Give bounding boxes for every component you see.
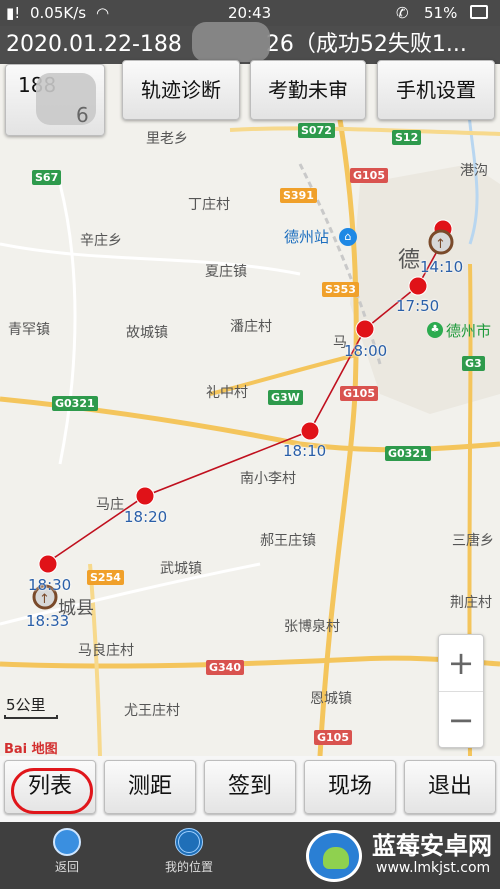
road-shield: G3W — [268, 390, 303, 405]
place-label: 尤王庄村 — [124, 703, 180, 719]
place-label: 港沟 — [460, 163, 488, 179]
nav-my-location[interactable]: 我的位置 — [144, 828, 234, 875]
road-shield: S353 — [322, 282, 359, 297]
scale-bar — [4, 715, 58, 719]
minor-road — [58, 183, 77, 465]
road-s072 — [229, 126, 500, 136]
measure-button[interactable]: 测距 — [104, 760, 196, 814]
road-shield: G0321 — [52, 396, 98, 411]
place-label: 潘庄村 — [230, 319, 272, 335]
scene-button[interactable]: 现场 — [304, 760, 396, 814]
place-label: 辛庄乡 — [80, 233, 122, 249]
title-left: 2020.01.22-188 — [6, 32, 182, 57]
watermark-url: www.lmkjst.com — [376, 860, 491, 876]
zoom-out-button[interactable]: − — [439, 692, 483, 748]
track-marker — [38, 554, 58, 574]
place-label: 里老乡 — [146, 131, 188, 147]
track-marker — [408, 276, 428, 296]
nav-back[interactable]: 返回 — [22, 828, 112, 875]
road-shield: G340 — [206, 660, 244, 675]
redacted-blur — [192, 22, 270, 62]
watermark-logo-icon — [306, 830, 362, 882]
road-shield: S67 — [32, 170, 62, 185]
road-shield: G0321 — [385, 446, 431, 461]
signal-icon: ▮! — [6, 4, 21, 22]
road-g340 — [0, 655, 500, 669]
user-button[interactable]: 188 6 — [5, 64, 105, 136]
end-pin-glyph: ↑ — [435, 237, 446, 252]
park-icon: ♣ — [427, 322, 443, 338]
nav-back-label: 返回 — [54, 860, 79, 874]
start-pin-glyph: ↑ — [39, 592, 50, 607]
place-label: 德 — [398, 248, 421, 273]
back-arrow-icon — [53, 828, 81, 856]
time-label: 14:10 — [420, 258, 464, 276]
checkin-button[interactable]: 签到 — [204, 760, 296, 814]
scale-label: 5公里 — [6, 696, 46, 714]
place-label: 青罕镇 — [8, 322, 50, 338]
minor-road — [0, 242, 301, 276]
place-label: 南小李村 — [240, 471, 296, 487]
time-label: 18:10 — [283, 442, 327, 460]
action-bar: 列表 测距 签到 现场 退出 — [0, 756, 500, 822]
time-label: 18:00 — [344, 342, 388, 360]
place-label: 张博泉村 — [284, 619, 340, 635]
road-shield: S072 — [298, 123, 335, 138]
place-label: 郝王庄镇 — [260, 533, 316, 549]
title-right: 26（成功52失败1... — [265, 32, 467, 57]
hd-call-icon: ✆ — [396, 4, 409, 22]
phone-settings-button[interactable]: 手机设置 — [377, 60, 495, 120]
highlight-ring — [11, 768, 93, 814]
list-button[interactable]: 列表 — [4, 760, 96, 814]
place-label: 荆庄村 — [450, 595, 492, 611]
track-diagnosis-button[interactable]: 轨迹诊断 — [122, 60, 240, 120]
nav-my-location-label: 我的位置 — [164, 860, 213, 874]
zoom-control: + − — [438, 634, 484, 748]
baidu-map-logo: Bai 地图 — [4, 742, 58, 756]
track-marker — [135, 486, 155, 506]
time-label: 17:50 — [396, 297, 440, 315]
exit-button[interactable]: 退出 — [404, 760, 496, 814]
road-s254 — [88, 563, 102, 756]
time-label: 18:20 — [124, 508, 168, 526]
train-station-icon: ⌂ — [339, 228, 357, 246]
road-shield: S391 — [280, 188, 317, 203]
station-label: 德州站 — [284, 228, 330, 246]
place-label: 礼中村 — [206, 385, 248, 401]
place-label: 恩城镇 — [310, 691, 352, 707]
attendance-unreviewed-button[interactable]: 考勤未审 — [250, 60, 366, 120]
watermark-title: 蓝莓安卓网 — [372, 832, 492, 860]
road-shield: G3 — [462, 356, 485, 371]
user-tail: 6 — [76, 103, 89, 127]
battery-icon — [470, 5, 488, 19]
road-shield: G105 — [340, 386, 378, 401]
watermark: 蓝莓安卓网 www.lmkjst.com — [306, 826, 496, 884]
wifi-icon: ◠ — [96, 4, 110, 22]
place-label: 夏庄镇 — [205, 264, 247, 280]
time-label: 18:30 — [28, 576, 72, 594]
track-marker — [300, 421, 320, 441]
battery-percent: 51% — [424, 4, 458, 22]
location-target-icon — [175, 828, 203, 856]
network-speed: 0.05K/s — [30, 4, 87, 22]
place-label: 马庄 — [96, 497, 124, 513]
road-shield: G105 — [314, 730, 352, 745]
android-face-icon — [323, 847, 349, 869]
clock: 20:43 — [228, 4, 272, 22]
place-label: 三唐乡 — [452, 533, 494, 549]
road-shield: S12 — [392, 130, 422, 145]
map-view[interactable]: ↑ ↑ 里老乡 丁庄村 辛庄乡 夏庄镇 青罕镇 故城镇 潘庄村 礼中村 南小李村… — [0, 64, 500, 756]
time-label: 18:33 — [26, 612, 70, 630]
zoom-in-button[interactable]: + — [439, 635, 483, 691]
place-label: 丁庄村 — [188, 197, 230, 213]
road-shield: S254 — [87, 570, 124, 585]
place-label: 马良庄村 — [78, 643, 134, 659]
place-label: 武城镇 — [160, 561, 202, 577]
park-label: 德州市 — [446, 322, 492, 340]
road-shield: G105 — [350, 168, 388, 183]
track-marker — [355, 319, 375, 339]
place-label: 故城镇 — [126, 325, 168, 341]
